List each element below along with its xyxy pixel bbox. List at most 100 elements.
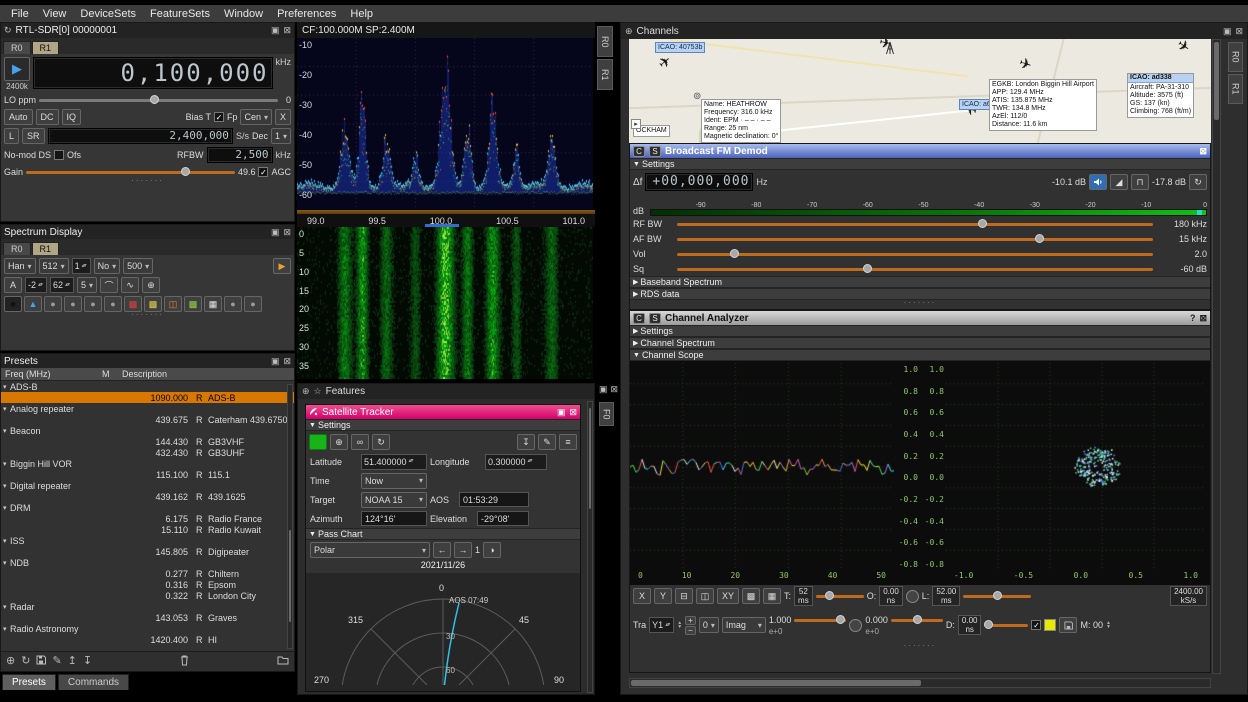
menu-item[interactable]: Preferences	[270, 7, 343, 21]
preset-row[interactable]: 0.277 R Chiltern	[1, 568, 294, 579]
slider[interactable]	[677, 218, 1153, 230]
aircraft-icon[interactable]: ✈	[1017, 55, 1034, 73]
preset-row[interactable]: 143.053 R Graves	[1, 612, 294, 623]
preset-row[interactable]: 432.430 R GB3UHF	[1, 447, 294, 458]
squelch-gate-icon[interactable]	[1131, 174, 1149, 190]
preset-row[interactable]: 145.805 R Digipeater	[1, 546, 294, 557]
invert-icon[interactable]	[244, 296, 262, 312]
channel-scope-section[interactable]: ▼Channel Scope	[630, 349, 1210, 361]
tab-r1[interactable]: R1	[32, 242, 60, 255]
adsb-map[interactable]: ✈✈✈✈✈✈ ⊚ ICAO: 40753b ICAO: a681b3 Name:…	[629, 39, 1211, 143]
close-icon[interactable]	[1199, 147, 1207, 156]
delete-preset-icon[interactable]	[180, 655, 189, 669]
tree-expand-icon[interactable]: ▾	[1, 405, 10, 413]
markers-icon[interactable]	[121, 277, 139, 293]
preset-row[interactable]: 1420.400 R HI	[1, 634, 294, 645]
agc-checkbox[interactable]	[258, 167, 268, 177]
map-layers-button[interactable]: ▸	[631, 119, 641, 129]
features-scrollbar[interactable]	[587, 401, 593, 693]
y-only-button[interactable]: Y	[654, 588, 672, 604]
trace-color-swatch[interactable]	[1044, 619, 1056, 631]
palette-icon[interactable]	[184, 296, 202, 312]
tree-expand-icon[interactable]: ▾	[1, 460, 10, 468]
grid-icon[interactable]	[204, 296, 222, 312]
scope-xy-canvas[interactable]	[946, 363, 1206, 571]
dc-button[interactable]: DC	[36, 109, 59, 125]
help-icon[interactable]	[1190, 314, 1196, 323]
phosphor-icon[interactable]	[100, 277, 118, 293]
fft-size-select[interactable]: 512	[39, 258, 69, 274]
dark-theme-icon[interactable]	[483, 542, 501, 558]
lock-button[interactable]: L	[4, 128, 19, 144]
waterfall-plot[interactable]: 05101520253035	[297, 227, 595, 379]
edit-preset-icon[interactable]	[52, 656, 61, 667]
menu-item[interactable]: View	[36, 7, 74, 21]
shrink-icon[interactable]	[599, 385, 608, 394]
start-tracker-button[interactable]	[309, 434, 327, 450]
latitude-field[interactable]: 51.400000	[361, 454, 427, 470]
offset-fine-dial[interactable]	[849, 619, 862, 632]
sample-rate-display[interactable]: 2,400,000	[48, 128, 233, 144]
preset-row[interactable]: ▾ NDB	[1, 557, 294, 568]
spectrum-canvas[interactable]	[297, 38, 593, 210]
bias-t-checkbox[interactable]	[214, 112, 224, 122]
tree-expand-icon[interactable]: ▾	[1, 603, 10, 611]
center-frequency-display[interactable]: 0,100,000	[33, 57, 273, 89]
current-trace-icon[interactable]	[84, 296, 102, 312]
delay-slider[interactable]	[984, 619, 1028, 631]
trace-input-select[interactable]: 0	[699, 617, 719, 633]
preset-row[interactable]: ▾ Digital repeater	[1, 480, 294, 491]
scope-display[interactable]: 01020304050 1.00.80.60.40.20.0-0.2-0.4-0…	[630, 361, 1210, 585]
vertical-tab-r1[interactable]: R1	[1228, 74, 1243, 104]
averaging-mode-select[interactable]: No	[94, 258, 121, 274]
preset-row[interactable]: 1090.000 R ADS-B	[1, 392, 294, 403]
download-icon[interactable]	[517, 434, 535, 450]
display-settings-icon[interactable]	[559, 434, 577, 450]
update-preset-icon[interactable]	[21, 656, 30, 667]
preset-row[interactable]: 439.162 R 439.1625	[1, 491, 294, 502]
channels-vertical-scrollbar[interactable]	[1212, 39, 1221, 674]
histogram-icon[interactable]	[104, 296, 122, 312]
vertical-tab-r0[interactable]: R0	[597, 26, 613, 57]
tree-expand-icon[interactable]: ▾	[1, 537, 10, 545]
shrink-icon[interactable]	[271, 357, 280, 366]
column-description[interactable]: Description	[122, 369, 294, 379]
tree-expand-icon[interactable]: ▾	[1, 504, 10, 512]
tree-expand-icon[interactable]: ▾	[1, 383, 10, 391]
import-preset-icon[interactable]	[83, 656, 92, 667]
preset-row[interactable]: 0.316 R Epsom	[1, 579, 294, 590]
close-icon[interactable]	[1235, 27, 1243, 36]
frequency-tracker-icon[interactable]	[142, 277, 160, 293]
range-stepper[interactable]: 62	[50, 277, 74, 293]
preset-row[interactable]: 115.100 R 115.1	[1, 469, 294, 480]
audio-mute-icon[interactable]	[1089, 174, 1107, 190]
close-icon[interactable]	[283, 26, 291, 35]
fft-window-select[interactable]: Han	[4, 258, 36, 274]
vertical-tab-r1[interactable]: R1	[597, 59, 613, 90]
close-icon[interactable]	[611, 385, 619, 394]
add-feature-icon[interactable]	[302, 387, 310, 396]
antenna-tower-icon[interactable]	[885, 41, 895, 58]
tree-expand-icon[interactable]: ▾	[1, 482, 10, 490]
iq-button[interactable]: IQ	[62, 109, 82, 125]
menu-item[interactable]: File	[4, 7, 36, 21]
deemphasis-icon[interactable]	[1110, 174, 1128, 190]
channel-frequency-display[interactable]: +00,000,000	[645, 173, 753, 191]
resize-grip[interactable]: ·······	[630, 643, 1210, 649]
gain-slider[interactable]	[26, 166, 235, 178]
presets-scrollbar[interactable]	[287, 384, 293, 649]
polar-grid-icon[interactable]	[742, 588, 760, 604]
target-select[interactable]: NOAA 15	[361, 492, 427, 508]
tab-r0[interactable]: R0	[3, 41, 31, 54]
shrink-icon[interactable]	[1223, 27, 1232, 36]
add-trace-button[interactable]: +	[685, 616, 696, 625]
tree-expand-icon[interactable]: ▾	[1, 625, 10, 633]
tab-commands[interactable]: Commands	[58, 674, 129, 690]
vertical-tab-r0[interactable]: R0	[1228, 42, 1243, 72]
slider[interactable]	[677, 248, 1153, 260]
memory-save-icon[interactable]	[1059, 617, 1077, 633]
export-preset-icon[interactable]	[68, 656, 77, 667]
shrink-icon[interactable]	[557, 408, 566, 417]
vertical-tab-f0[interactable]: F0	[599, 402, 614, 426]
waterfall-3d-icon[interactable]	[24, 296, 42, 312]
